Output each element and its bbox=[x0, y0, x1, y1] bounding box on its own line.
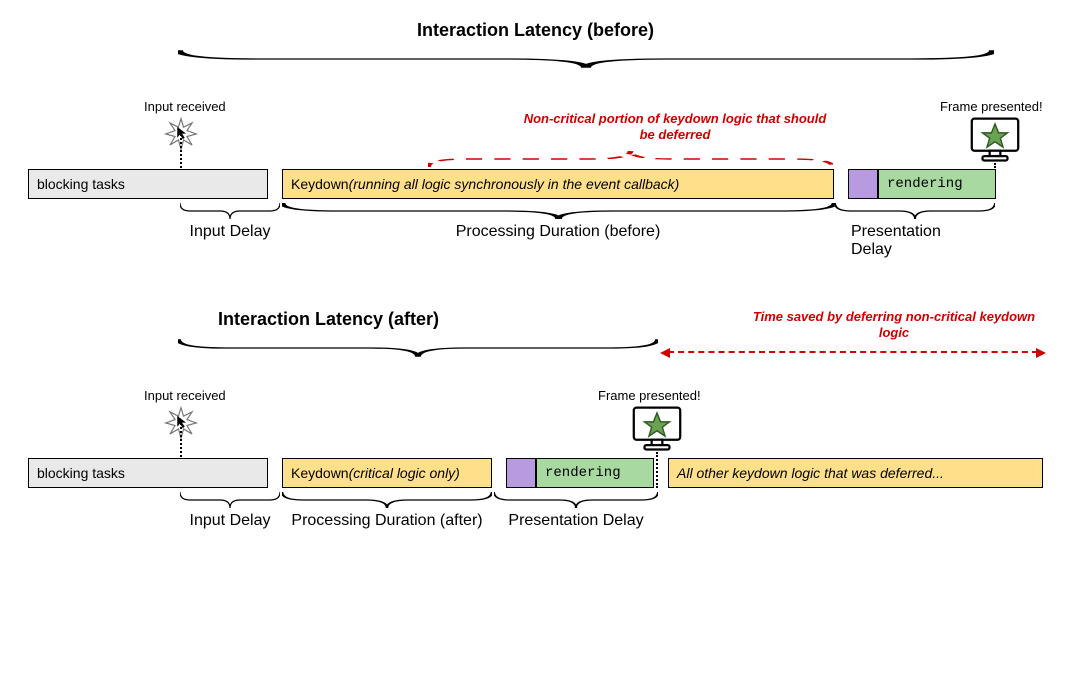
before-processing-label: Processing Duration (before) bbox=[456, 223, 661, 241]
before-keydown-block: Keydown (running all logic synchronously… bbox=[282, 169, 834, 199]
monitor-icon bbox=[630, 404, 684, 454]
before-presentation-brace bbox=[835, 201, 995, 221]
before-purple-block bbox=[848, 169, 878, 199]
before-frame-label: Frame presented! bbox=[940, 99, 1043, 114]
after-top-brace bbox=[178, 337, 658, 359]
before-top-brace bbox=[178, 48, 994, 70]
after-keydown-prefix: Keydown bbox=[291, 465, 349, 481]
after-inputdelay-brace bbox=[180, 490, 280, 510]
before-keydown-italic: (running all logic synchronously in the … bbox=[349, 176, 680, 192]
before-title: Interaction Latency (before) bbox=[28, 20, 1043, 41]
gap bbox=[834, 169, 848, 199]
after-presentation-brace bbox=[494, 490, 658, 510]
after-processing-brace bbox=[282, 490, 492, 510]
gap bbox=[268, 169, 282, 199]
gap bbox=[268, 458, 282, 488]
after-input-label: Input received bbox=[144, 388, 226, 403]
after-deferred-label: All other keydown logic that was deferre… bbox=[677, 465, 944, 481]
before-inputdelay-brace bbox=[180, 201, 280, 221]
before-blocking-label: blocking tasks bbox=[37, 176, 125, 192]
before-processing-brace bbox=[282, 201, 835, 221]
after-keydown-italic: (critical logic only) bbox=[349, 465, 460, 481]
after-warn-text: Time saved by deferring non-critical key… bbox=[744, 309, 1044, 342]
before-rendering-label: rendering bbox=[887, 176, 963, 192]
after-presentation-label: Presentation Delay bbox=[508, 512, 643, 530]
after-keydown-block: Keydown (critical logic only) bbox=[282, 458, 492, 488]
after-purple-block bbox=[506, 458, 536, 488]
after-inputdelay-label: Input Delay bbox=[190, 512, 271, 530]
after-deferred-block: All other keydown logic that was deferre… bbox=[668, 458, 1043, 488]
before-warn-text: Non-critical portion of keydown logic th… bbox=[520, 111, 830, 144]
before-presentation-label: Presentation Delay bbox=[851, 223, 979, 259]
before-keydown-prefix: Keydown bbox=[291, 176, 349, 192]
gap bbox=[654, 458, 668, 488]
before-rendering-block: rendering bbox=[878, 169, 996, 199]
after-processing-label: Processing Duration (after) bbox=[291, 512, 482, 530]
after-rendering-block: rendering bbox=[536, 458, 654, 488]
after-frame-label: Frame presented! bbox=[598, 388, 701, 403]
before-section: Interaction Latency (before) Input recei… bbox=[28, 20, 1043, 229]
before-inputdelay-label: Input Delay bbox=[190, 223, 271, 241]
gap bbox=[492, 458, 506, 488]
time-saved-arrow-icon bbox=[668, 351, 1038, 353]
after-rendering-label: rendering bbox=[545, 465, 621, 481]
before-red-brace bbox=[428, 149, 833, 169]
after-blocking-block: blocking tasks bbox=[28, 458, 268, 488]
before-input-label: Input received bbox=[144, 99, 226, 114]
before-row: blocking tasks Keydown (running all logi… bbox=[28, 169, 1043, 199]
before-blocking-block: blocking tasks bbox=[28, 169, 268, 199]
after-blocking-label: blocking tasks bbox=[37, 465, 125, 481]
monitor-icon bbox=[968, 115, 1022, 165]
after-row: blocking tasks Keydown (critical logic o… bbox=[28, 458, 1043, 488]
after-section: Time saved by deferring non-critical key… bbox=[28, 309, 1043, 518]
